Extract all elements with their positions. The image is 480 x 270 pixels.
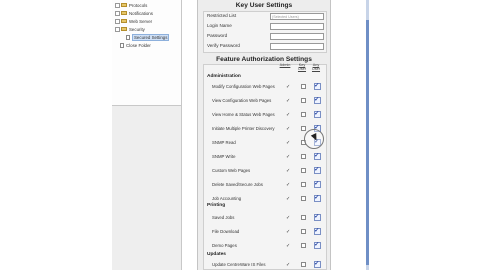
feature-authorization-title: Feature Authorization Settings bbox=[216, 56, 312, 63]
key-user-checkbox[interactable] bbox=[301, 126, 306, 131]
any-user-checkbox[interactable]: ✓ bbox=[314, 180, 321, 188]
scrollbar-thumb[interactable] bbox=[366, 20, 369, 265]
admin-allowed-check: ✓ bbox=[286, 181, 291, 188]
any-user-checkbox[interactable]: ✓ bbox=[314, 213, 321, 221]
checkmark-icon: ✓ bbox=[314, 194, 320, 201]
verify-password-label: Verify Password bbox=[207, 43, 240, 48]
navigation-tree: Protocols Notifications Web Server Secur… bbox=[112, 0, 182, 106]
checkmark-icon: ✓ bbox=[314, 227, 320, 234]
key-user-checkbox[interactable] bbox=[301, 262, 306, 267]
key-user-checkbox[interactable] bbox=[301, 182, 306, 187]
key-user-checkbox[interactable] bbox=[301, 243, 306, 248]
any-user-checkbox[interactable]: ✓ bbox=[314, 96, 321, 104]
key-user-checkbox[interactable] bbox=[301, 196, 306, 201]
password-field[interactable] bbox=[270, 33, 324, 40]
tree-item-security[interactable]: Security bbox=[115, 25, 145, 33]
any-user-checkbox[interactable]: ✓ bbox=[314, 241, 321, 249]
group-heading: Updates bbox=[207, 252, 226, 257]
expand-icon[interactable] bbox=[115, 2, 120, 8]
login-name-label: Login Name bbox=[207, 23, 232, 28]
any-user-checkbox[interactable]: ✓ bbox=[314, 194, 321, 202]
feature-label: Modify Configuration Web Pages bbox=[212, 84, 275, 89]
folder-icon bbox=[121, 11, 127, 15]
admin-allowed-check: ✓ bbox=[286, 97, 291, 104]
expand-icon[interactable] bbox=[115, 10, 120, 16]
column-header-key-user: Key User bbox=[297, 63, 307, 71]
any-user-checkbox[interactable]: ✓ bbox=[314, 152, 321, 160]
password-label: Password bbox=[207, 33, 228, 38]
column-header-admin: Admin bbox=[279, 63, 291, 67]
feature-label: Job Accounting bbox=[212, 196, 242, 201]
checkmark-icon: ✓ bbox=[314, 152, 320, 159]
any-user-checkbox[interactable]: ✓ bbox=[314, 110, 321, 118]
folder-open-icon bbox=[121, 27, 127, 31]
key-user-checkbox[interactable] bbox=[301, 154, 306, 159]
checkmark-icon: ✓ bbox=[314, 241, 320, 248]
key-user-checkbox[interactable] bbox=[301, 84, 306, 89]
admin-allowed-check: ✓ bbox=[286, 125, 291, 132]
column-header-any-user: Any User bbox=[311, 63, 321, 71]
screen: Protocols Notifications Web Server Secur… bbox=[0, 0, 480, 270]
feature-label: View Configuration Web Pages bbox=[212, 98, 272, 103]
tree-item-close-folder[interactable]: Close Folder bbox=[120, 41, 151, 49]
folder-icon bbox=[121, 19, 127, 23]
any-user-checkbox[interactable]: ✓ bbox=[314, 227, 321, 235]
login-name-field[interactable] bbox=[270, 23, 324, 30]
checkmark-icon: ✓ bbox=[314, 166, 320, 173]
key-user-checkbox[interactable] bbox=[301, 229, 306, 234]
tree-item-protocols[interactable]: Protocols bbox=[115, 1, 147, 9]
key-user-checkbox[interactable] bbox=[301, 168, 306, 173]
admin-allowed-check: ✓ bbox=[286, 261, 291, 268]
tree-item-secured-settings[interactable]: Secured Settings bbox=[126, 33, 170, 41]
checkmark-icon: ✓ bbox=[314, 260, 320, 267]
tree-panel-background bbox=[112, 106, 182, 270]
tree-item-notifications[interactable]: Notifications bbox=[115, 9, 153, 17]
admin-allowed-check: ✓ bbox=[286, 111, 291, 118]
tree-item-web-server[interactable]: Web Server bbox=[115, 17, 152, 25]
feature-label: Custom Web Pages bbox=[212, 168, 251, 173]
checkmark-icon: ✓ bbox=[314, 110, 320, 117]
key-user-checkbox[interactable] bbox=[301, 98, 306, 103]
feature-label: Demo Pages bbox=[212, 243, 237, 248]
feature-label: SNMP Write bbox=[212, 154, 236, 159]
feature-label: File Download bbox=[212, 229, 240, 234]
checkmark-icon: ✓ bbox=[314, 82, 320, 89]
group-heading: Printing bbox=[207, 203, 226, 208]
feature-label: Update CentreWare IS Files bbox=[212, 262, 266, 267]
feature-label: Initiate Multiple Printer Discovery bbox=[212, 126, 275, 131]
admin-allowed-check: ✓ bbox=[286, 167, 291, 174]
feature-label: Saved Jobs bbox=[212, 215, 235, 220]
feature-label: View Home & Status Web Pages bbox=[212, 112, 275, 117]
any-user-checkbox[interactable]: ✓ bbox=[314, 166, 321, 174]
admin-allowed-check: ✓ bbox=[286, 139, 291, 146]
admin-allowed-check: ✓ bbox=[286, 153, 291, 160]
checkmark-icon: ✓ bbox=[314, 180, 320, 187]
admin-allowed-check: ✓ bbox=[286, 195, 291, 202]
key-user-box: Restricted List (Selected Users) Login N… bbox=[203, 11, 327, 53]
checkmark-icon: ✓ bbox=[314, 213, 320, 220]
key-user-checkbox[interactable] bbox=[301, 215, 306, 220]
page-icon bbox=[126, 34, 130, 40]
restricted-list-field[interactable]: (Selected Users) bbox=[270, 13, 324, 20]
admin-allowed-check: ✓ bbox=[286, 214, 291, 221]
folder-icon bbox=[121, 3, 127, 7]
admin-allowed-check: ✓ bbox=[286, 228, 291, 235]
page-icon bbox=[120, 42, 124, 48]
any-user-checkbox[interactable]: ✓ bbox=[314, 260, 321, 268]
collapse-icon[interactable] bbox=[115, 26, 120, 32]
feature-label: Delete Saved/Secure Jobs bbox=[212, 182, 263, 187]
feature-label: SNMP Read bbox=[212, 140, 236, 145]
admin-allowed-check: ✓ bbox=[286, 242, 291, 249]
key-user-checkbox[interactable] bbox=[301, 112, 306, 117]
group-heading: Administration bbox=[207, 74, 241, 79]
expand-icon[interactable] bbox=[115, 18, 120, 24]
feature-authorization-box bbox=[203, 64, 327, 270]
any-user-checkbox[interactable]: ✓ bbox=[314, 82, 321, 90]
admin-allowed-check: ✓ bbox=[286, 83, 291, 90]
verify-password-field[interactable] bbox=[270, 43, 324, 50]
checkmark-icon: ✓ bbox=[314, 96, 320, 103]
key-user-settings-title: Key User Settings bbox=[235, 2, 293, 9]
restricted-list-label: Restricted List bbox=[207, 13, 237, 18]
